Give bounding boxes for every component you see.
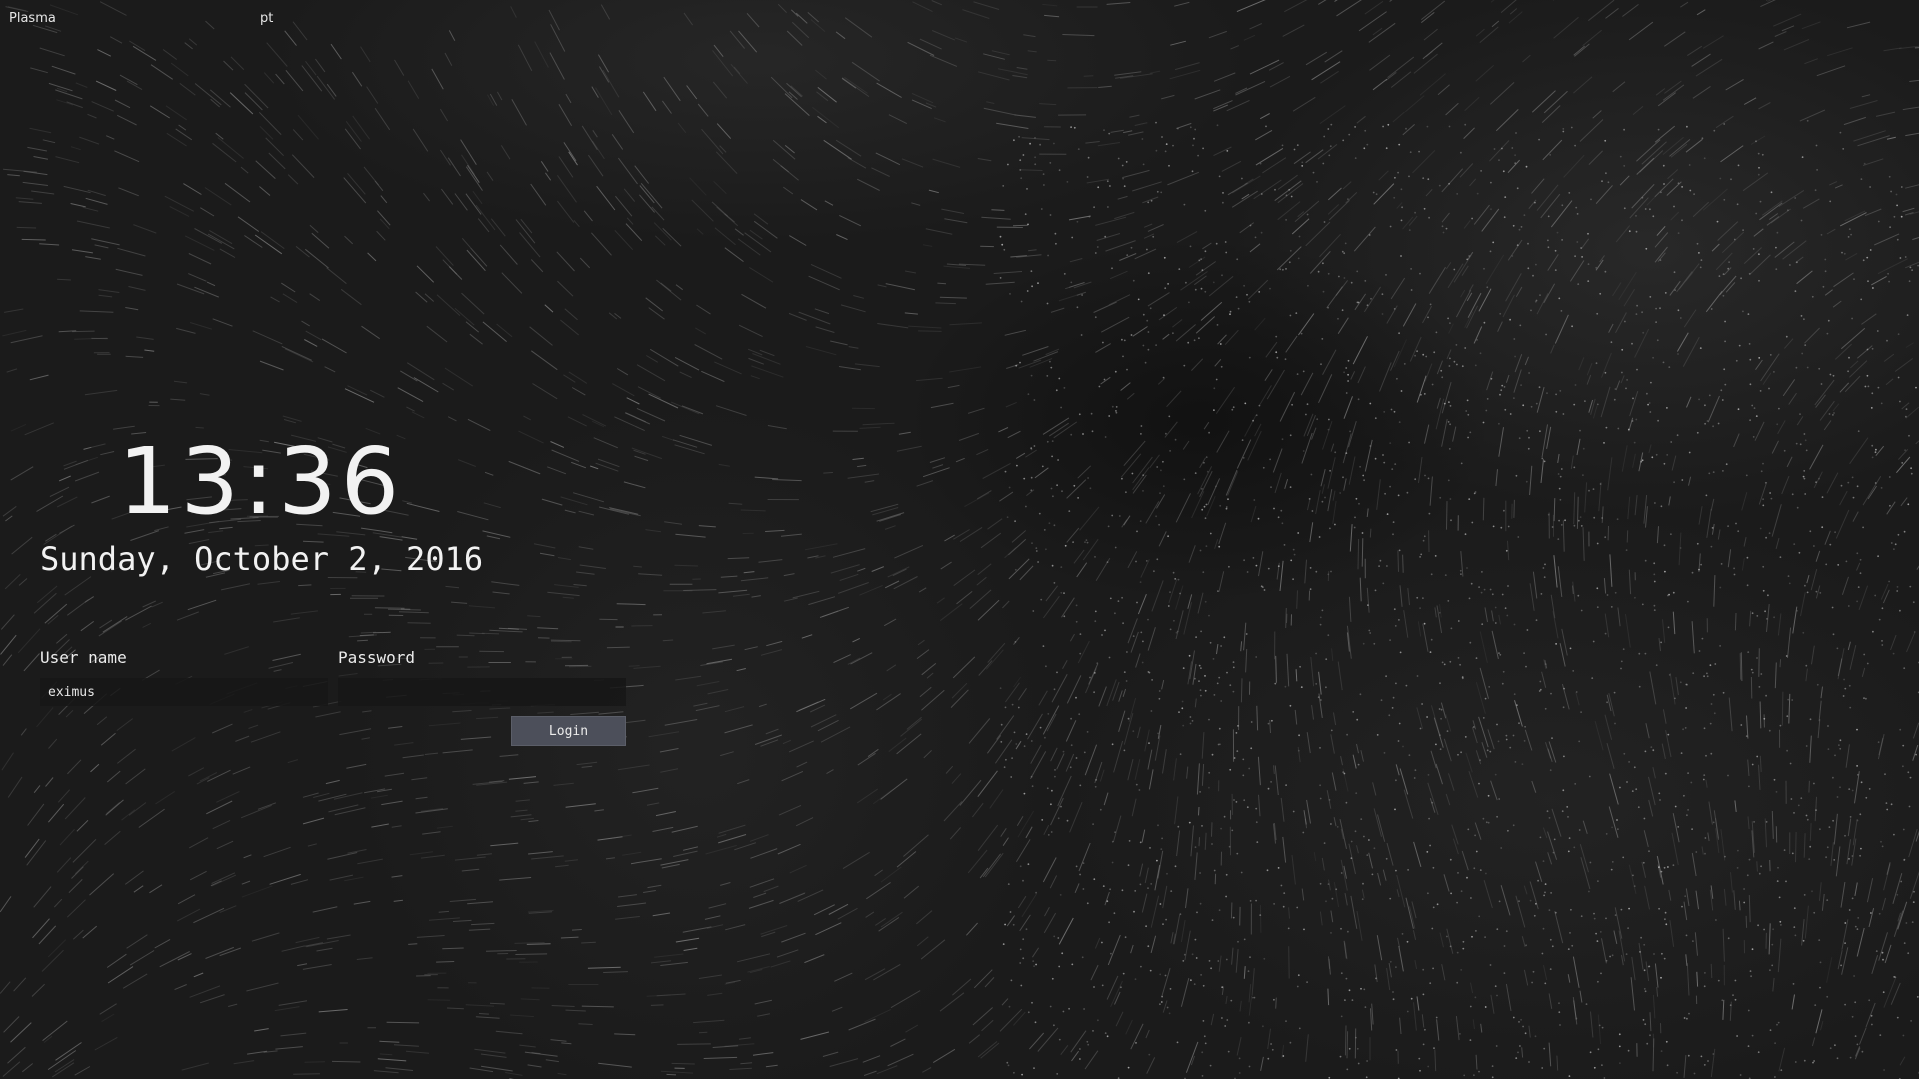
password-label: Password: [338, 648, 416, 667]
session-selector[interactable]: Plasma: [9, 11, 56, 26]
keyboard-layout-selector[interactable]: pt: [260, 11, 273, 26]
clock-time: 13:36: [118, 428, 404, 535]
username-label: User name: [40, 648, 127, 667]
clock-date: Sunday, October 2, 2016: [40, 540, 484, 578]
username-field[interactable]: [40, 678, 328, 706]
login-screen: Plasma pt 13:36 Sunday, October 2, 2016 …: [0, 0, 1919, 1079]
login-button[interactable]: Login: [511, 716, 626, 746]
password-field[interactable]: [338, 678, 626, 706]
